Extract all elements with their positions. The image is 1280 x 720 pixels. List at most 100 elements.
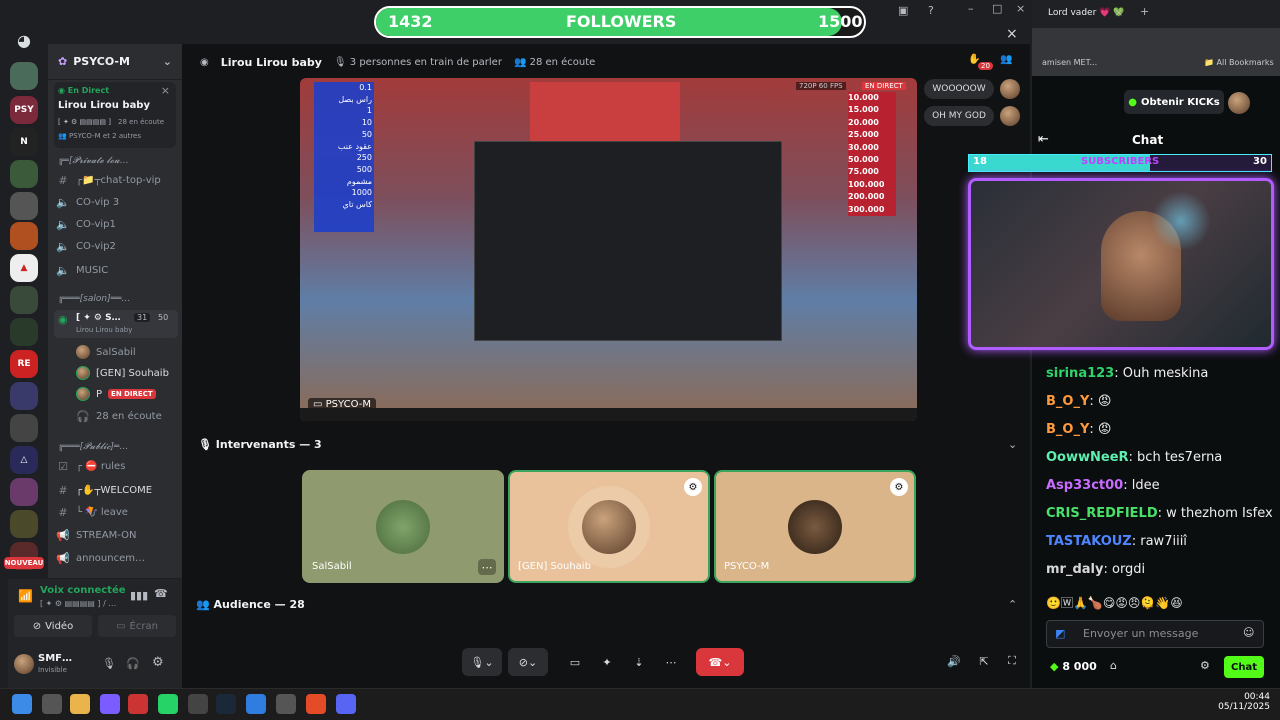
user-avatar[interactable]: [1228, 92, 1250, 114]
screen-button[interactable]: ▭ Écran: [98, 615, 176, 637]
chevron-down-icon[interactable]: ⌄: [163, 55, 172, 68]
bookmark-item[interactable]: amisen MET...: [1042, 58, 1097, 67]
server-icon[interactable]: [10, 192, 38, 220]
chat-username[interactable]: mr_daly: [1046, 562, 1103, 577]
voice-member[interactable]: P EN DIRECT: [76, 384, 198, 404]
app-icon[interactable]: [276, 694, 296, 714]
server-icon[interactable]: [10, 318, 38, 346]
server-icon[interactable]: N: [10, 128, 38, 156]
chat-username[interactable]: OowwNeeR: [1046, 450, 1129, 465]
channel-covip3[interactable]: 🔈 CO-vip 3: [56, 192, 178, 212]
chat-username[interactable]: B_O_Y: [1046, 394, 1089, 409]
app-icon[interactable]: [246, 694, 266, 714]
speaker-tile[interactable]: SalSabil ⋯: [302, 470, 504, 583]
server-icon[interactable]: [10, 222, 38, 250]
whatsapp-icon[interactable]: [158, 694, 178, 714]
popout-icon[interactable]: ⇱: [974, 650, 994, 672]
camera-toggle[interactable]: ⊘⌄: [508, 648, 548, 676]
disconnect-icon[interactable]: ☎: [154, 587, 168, 600]
chat-username[interactable]: CRIS_REDFIELD: [1046, 506, 1158, 521]
disconnect-button[interactable]: ☎⌄: [696, 648, 744, 676]
category-private[interactable]: ╔═[𝓟𝓻𝓲𝓿𝓪𝓽𝓮 𝓵𝓸𝓾…: [58, 156, 178, 170]
activities-icon[interactable]: ✦: [592, 648, 622, 676]
chat-username[interactable]: sirina123: [1046, 366, 1114, 381]
channel-covip2[interactable]: 🔈 CO-vip2: [56, 236, 178, 256]
screen-share-icon[interactable]: ▭: [560, 648, 590, 676]
channel-music[interactable]: 🔈 MUSIC: [56, 260, 178, 280]
category-salon[interactable]: ╔═══[salon]══…: [58, 294, 178, 308]
chat-username[interactable]: Asp33ct00: [1046, 478, 1123, 493]
speaker-tile[interactable]: PSYCO-M ⚙: [714, 470, 916, 583]
settings-icon[interactable]: ⚙: [1200, 659, 1210, 672]
send-chat-button[interactable]: Chat: [1224, 656, 1264, 678]
mic-toggle[interactable]: 🎙⌄: [462, 648, 502, 676]
channel-chat-top-vip[interactable]: # ┌📁┬chat-top-vip: [56, 170, 178, 190]
help-icon[interactable]: ?: [928, 4, 934, 17]
server-icon[interactable]: [10, 510, 38, 538]
maximize-icon[interactable]: □: [992, 2, 1002, 15]
chevron-up-icon[interactable]: ⌃: [1008, 598, 1017, 611]
task-view-icon[interactable]: [42, 694, 62, 714]
window-close-icon[interactable]: ×: [1016, 2, 1025, 15]
fullscreen-icon[interactable]: ⛶: [1002, 650, 1022, 672]
chat-username[interactable]: B_O_Y: [1046, 422, 1089, 437]
headphones-icon[interactable]: 🎧: [126, 657, 140, 670]
video-button[interactable]: ⊘ Vidéo: [14, 615, 92, 637]
category-public[interactable]: ╔═══[𝓟𝓾𝓫𝓵𝓲𝓬]═…: [58, 442, 178, 456]
channel-covip1[interactable]: 🔈 CO-vip1: [56, 214, 178, 234]
app-icon[interactable]: [128, 694, 148, 714]
server-icon[interactable]: [10, 414, 38, 442]
browser-tab-title[interactable]: Lord vader 💗 💚: [1048, 8, 1124, 18]
voice-member[interactable]: SalSabil: [76, 342, 198, 362]
server-icon[interactable]: [10, 478, 38, 506]
gear-icon[interactable]: ⚙: [152, 655, 164, 670]
discord-logo-icon[interactable]: ◕: [10, 26, 38, 54]
tab-close-icon[interactable]: ×: [1114, 6, 1123, 19]
app-icon[interactable]: [188, 694, 208, 714]
user-avatar[interactable]: [14, 654, 34, 674]
chrome-icon[interactable]: [306, 694, 326, 714]
people-icon[interactable]: 👥: [1000, 54, 1012, 65]
chat-username[interactable]: TASTAKOUZ: [1046, 534, 1132, 549]
emote-bar[interactable]: 🙂🅆🙏🍗😋😡😠🫠👋😆: [1046, 594, 1268, 612]
server-icon[interactable]: ▲: [10, 254, 38, 282]
server-icon-psyco[interactable]: PSY: [10, 96, 38, 124]
channel-rules[interactable]: ☑ ┌ ⛔ rules: [56, 456, 178, 476]
active-stage-channel[interactable]: ◉ [ ✦ ⚙ S… 31 50 Lirou Lirou baby: [54, 310, 178, 338]
more-icon[interactable]: ⋯: [478, 559, 496, 575]
stream-video[interactable]: 0.1 راس بصل 1 10 50 عقود عنب 250 500 مشموم 1000 كا…: [300, 78, 917, 421]
channel-welcome[interactable]: # ┌✋┬WELCOME: [56, 480, 178, 500]
move-audience-icon[interactable]: ⇣: [624, 648, 654, 676]
close-icon[interactable]: ×: [1006, 26, 1018, 42]
server-icon[interactable]: [10, 286, 38, 314]
server-icon[interactable]: [10, 62, 38, 90]
channel-leave[interactable]: # └ 🪁 leave: [56, 502, 178, 522]
new-tab-icon[interactable]: +: [1140, 5, 1149, 18]
mic-icon[interactable]: 🎙: [102, 657, 116, 670]
emoji-icon[interactable]: ☺: [1243, 626, 1254, 639]
noise-icon[interactable]: ▮▮▮: [130, 589, 148, 602]
windows-start-icon[interactable]: [12, 694, 32, 714]
clock[interactable]: 00:44 05/11/2025: [1218, 692, 1270, 712]
speaker-tile[interactable]: [GEN] Souhaib ⚙: [508, 470, 710, 583]
minimize-icon[interactable]: –: [968, 2, 974, 15]
more-icon[interactable]: ⋯: [656, 648, 686, 676]
steam-icon[interactable]: [216, 694, 236, 714]
channel-announcements[interactable]: 📢 announcem…: [56, 548, 178, 568]
voice-member[interactable]: [GEN] Souhaib: [76, 363, 198, 383]
close-icon[interactable]: ×: [161, 84, 170, 97]
file-explorer-icon[interactable]: [70, 694, 90, 714]
discord-icon[interactable]: [336, 694, 356, 714]
volume-icon[interactable]: 🔊: [944, 650, 964, 672]
collapse-chat-icon[interactable]: ⇤: [1038, 132, 1049, 147]
server-header[interactable]: ✿ PSYCO-M ⌄: [48, 44, 182, 80]
server-icon[interactable]: △: [10, 446, 38, 474]
chat-input[interactable]: ◩ Envoyer un message ☺: [1046, 620, 1264, 648]
store-icon[interactable]: ⌂: [1110, 659, 1117, 672]
all-bookmarks[interactable]: 📁 All Bookmarks: [1204, 58, 1274, 67]
chevron-down-icon[interactable]: ⌄: [1008, 438, 1017, 451]
app-icon[interactable]: [100, 694, 120, 714]
server-icon[interactable]: RE: [10, 350, 38, 378]
server-icon[interactable]: [10, 160, 38, 188]
obtain-kicks-button[interactable]: ● Obtenir KICKs: [1124, 90, 1224, 114]
